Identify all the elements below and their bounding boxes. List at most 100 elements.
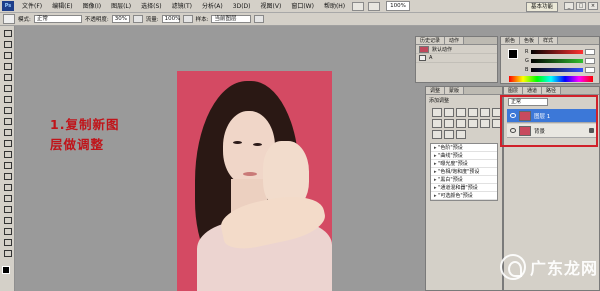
- exposure-icon[interactable]: [468, 108, 478, 117]
- crop-tool-icon[interactable]: [2, 72, 13, 81]
- gradient-tool-icon[interactable]: [2, 149, 13, 158]
- opacity-field[interactable]: 30%: [111, 15, 130, 23]
- marquee-tool-icon[interactable]: [2, 39, 13, 48]
- preset-item[interactable]: "曲线"预设: [431, 152, 497, 160]
- preset-item[interactable]: "色阶"预设: [431, 144, 497, 152]
- path-select-tool-icon[interactable]: [2, 204, 13, 213]
- opacity-label: 不透明度:: [84, 17, 109, 23]
- 3d-rotate-tool-icon[interactable]: [2, 226, 13, 235]
- tab-history[interactable]: 历史记录: [416, 37, 446, 44]
- menu-analysis[interactable]: 分析(A): [197, 0, 228, 13]
- channel-slider-g[interactable]: G: [525, 57, 597, 65]
- photo-filter-icon[interactable]: [456, 119, 466, 128]
- close-icon[interactable]: ×: [588, 2, 598, 10]
- ignore-adjustment-icon[interactable]: [254, 15, 265, 23]
- hand-tool-icon[interactable]: [368, 1, 381, 11]
- photo-lips: [243, 172, 257, 176]
- adjustment-icon-grid: [426, 106, 502, 141]
- channel-mixer-icon[interactable]: [468, 119, 478, 128]
- tab-adjustments[interactable]: 调整: [426, 87, 446, 94]
- channel-bar[interactable]: [531, 68, 583, 72]
- channel-slider-b[interactable]: B: [525, 66, 597, 74]
- brush-tool-icon[interactable]: [2, 105, 13, 114]
- gradient-map-icon[interactable]: [444, 130, 454, 139]
- tab-swatches[interactable]: 色板: [520, 37, 540, 44]
- blur-tool-icon[interactable]: [2, 160, 13, 169]
- photo-right-eye: [253, 143, 262, 146]
- zoom-tool-icon[interactable]: [2, 248, 13, 257]
- menu-3d[interactable]: 3D(D): [228, 0, 256, 13]
- watermark-text: 广东龙网: [530, 259, 599, 278]
- threshold-icon[interactable]: [432, 130, 442, 139]
- airbrush-icon[interactable]: [182, 15, 193, 23]
- channel-value-field[interactable]: [585, 67, 595, 73]
- channel-slider-r[interactable]: R: [525, 48, 597, 56]
- zoom-level[interactable]: 100%: [386, 1, 410, 11]
- color-spectrum-bar[interactable]: [509, 76, 593, 82]
- menu-image[interactable]: 图像(I): [78, 0, 106, 13]
- tab-masks[interactable]: 蒙版: [445, 87, 465, 94]
- tab-styles[interactable]: 样式: [539, 37, 559, 44]
- menu-select[interactable]: 选择(S): [136, 0, 167, 13]
- tab-actions[interactable]: 动作: [445, 37, 465, 44]
- dodge-tool-icon[interactable]: [2, 171, 13, 180]
- brush-tool-icon[interactable]: [3, 14, 15, 24]
- tab-channels[interactable]: 通道: [523, 87, 543, 94]
- preset-item[interactable]: "通道混和器"预设: [431, 184, 497, 192]
- type-tool-icon[interactable]: [2, 193, 13, 202]
- bridge-icon[interactable]: [352, 1, 365, 11]
- window-controls: _ □ ×: [564, 2, 598, 10]
- maximize-icon[interactable]: □: [576, 2, 586, 10]
- quick-select-tool-icon[interactable]: [2, 61, 13, 70]
- preset-item[interactable]: "可选颜色"预设: [431, 192, 497, 200]
- tutorial-caption: 1.复制新图 层做调整: [50, 117, 120, 152]
- lasso-tool-icon[interactable]: [2, 50, 13, 59]
- minimize-icon[interactable]: _: [564, 2, 574, 10]
- selective-color-icon[interactable]: [456, 130, 466, 139]
- foreground-color-swatch[interactable]: [2, 266, 10, 274]
- photoshop-logo-icon: Ps: [2, 1, 14, 11]
- workspace-switcher[interactable]: 基本功能: [525, 2, 558, 12]
- menu-layer[interactable]: 图层(L): [106, 0, 136, 13]
- history-brush-tool-icon[interactable]: [2, 127, 13, 136]
- preset-item[interactable]: "色相/饱和度"预设: [431, 168, 497, 176]
- history-row[interactable]: 默认动作: [416, 45, 497, 54]
- move-tool-icon[interactable]: [2, 28, 13, 37]
- flow-field[interactable]: 100%: [161, 15, 180, 23]
- channel-bar[interactable]: [531, 50, 583, 54]
- foreground-color-swatch[interactable]: [508, 49, 518, 59]
- mode-select[interactable]: 正常: [33, 15, 82, 23]
- menu-filter[interactable]: 滤镜(T): [167, 0, 197, 13]
- clone-stamp-tool-icon[interactable]: [2, 116, 13, 125]
- channel-bar[interactable]: [531, 59, 583, 63]
- vibrance-icon[interactable]: [480, 108, 490, 117]
- pressure-opacity-icon[interactable]: [132, 15, 143, 23]
- invert-icon[interactable]: [480, 119, 490, 128]
- history-row[interactable]: A: [416, 54, 497, 63]
- menu-window[interactable]: 窗口(W): [286, 0, 319, 13]
- levels-icon[interactable]: [444, 108, 454, 117]
- sample-select[interactable]: 当前图层: [211, 15, 252, 23]
- tab-paths[interactable]: 路径: [542, 87, 562, 94]
- healing-tool-icon[interactable]: [2, 94, 13, 103]
- shape-tool-icon[interactable]: [2, 215, 13, 224]
- menu-file[interactable]: 文件(F): [17, 0, 47, 13]
- menu-help[interactable]: 帮助(H): [319, 0, 350, 13]
- menu-view[interactable]: 视图(V): [256, 0, 287, 13]
- preset-item[interactable]: "曝光度"预设: [431, 160, 497, 168]
- channel-value-field[interactable]: [585, 49, 595, 55]
- hand-tool-icon[interactable]: [2, 237, 13, 246]
- brightness-contrast-icon[interactable]: [432, 108, 442, 117]
- preset-item[interactable]: "黑白"预设: [431, 176, 497, 184]
- tab-layers[interactable]: 图层: [504, 87, 524, 94]
- eyedropper-tool-icon[interactable]: [2, 83, 13, 92]
- color-balance-icon[interactable]: [432, 119, 442, 128]
- black-white-icon[interactable]: [444, 119, 454, 128]
- channel-value-field[interactable]: [585, 58, 595, 64]
- curves-icon[interactable]: [456, 108, 466, 117]
- pen-tool-icon[interactable]: [2, 182, 13, 191]
- menu-edit[interactable]: 编辑(E): [47, 0, 77, 13]
- eraser-tool-icon[interactable]: [2, 138, 13, 147]
- document-canvas[interactable]: [177, 71, 332, 291]
- tab-color[interactable]: 颜色: [501, 37, 521, 44]
